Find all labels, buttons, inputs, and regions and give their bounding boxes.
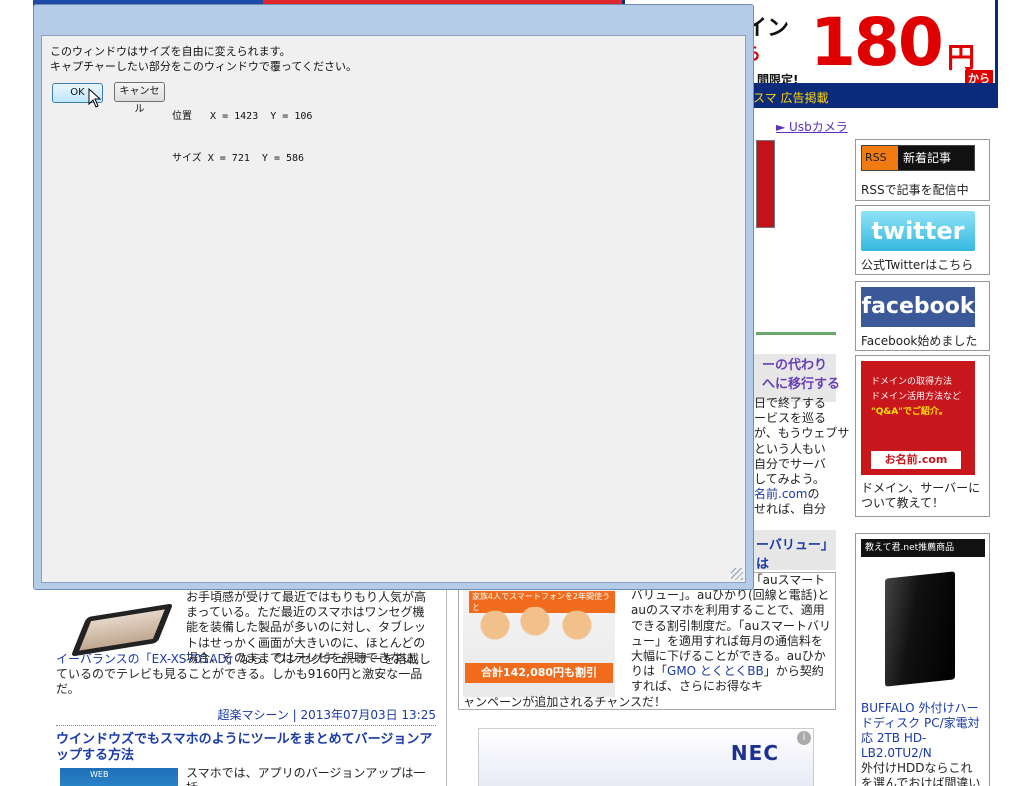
- cancel-button[interactable]: キャンセル: [114, 82, 165, 115]
- article-right-title[interactable]: ーの代わり へに移行する: [752, 354, 840, 402]
- article-right-body-text: 日で終了する ービスを巡る が、もうウェブサ という人もい 自分でサーバ してみ…: [754, 396, 850, 487]
- article-headline[interactable]: ウインドウズでもスマホのようにツールをまとめてバージョンアップする方法: [56, 732, 436, 764]
- red-ad-block[interactable]: [756, 140, 775, 228]
- section-divider: [756, 332, 836, 335]
- rss-box[interactable]: RSS 新着記事 RSSで記事を配信中: [855, 139, 990, 201]
- domain-caption: ドメイン、サーバーについて教えて！: [861, 481, 981, 510]
- gmo-link[interactable]: GMO とくとくBB: [667, 664, 764, 678]
- resize-grip-icon[interactable]: [731, 568, 743, 580]
- smartvalue-title[interactable]: ーバリュー」は: [752, 530, 836, 572]
- nec-logo: NEC: [730, 741, 779, 765]
- position-size-readout: 位置 X = 1423 Y = 106 サイズ X = 721 Y = 586: [172, 82, 312, 194]
- hdd-image[interactable]: [885, 571, 955, 687]
- ebalance-link[interactable]: イーバランスの「EX-XS701AD」: [56, 652, 239, 666]
- ad-info-icon[interactable]: i: [797, 731, 811, 745]
- mouse-cursor-icon: [88, 88, 102, 108]
- ad-strip-text[interactable]: スマ 広告掲載: [753, 89, 828, 106]
- tablet-image[interactable]: [70, 603, 174, 657]
- au-image-label: 合計142,080円も割引: [465, 663, 613, 683]
- author-link[interactable]: 超楽マシーン: [217, 708, 288, 722]
- product-header: 教えて君.net推薦商品: [861, 539, 985, 557]
- rss-icon: RSS: [862, 146, 898, 170]
- article-right-body: 日で終了する ービスを巡る が、もうウェブサ という人もい 自分でサーバ してみ…: [754, 396, 849, 518]
- column-divider: [446, 590, 447, 786]
- domain-ad-line1: ドメインの取得方法: [871, 377, 953, 387]
- position-readout: 位置 X = 1423 Y = 106: [172, 111, 313, 122]
- domain-ad-brand: お名前.com: [871, 451, 961, 469]
- facebook-caption: Facebook始めました: [861, 334, 978, 348]
- thumbnail-label: WEB: [90, 770, 109, 779]
- facebook-logo-icon[interactable]: facebook: [861, 287, 975, 327]
- instruction-line-2: キャプチャーしたい部分をこのウィンドウで覆ってください。: [50, 60, 358, 73]
- rss-caption: RSSで記事を配信中: [861, 183, 969, 197]
- product-description: 外付けHDDならこれを選んでおけば間違いな: [861, 761, 981, 786]
- capture-dialog-window[interactable]: このウィンドウはサイズを自由に変えられます。 キャプチャーしたい部分をこのウィン…: [33, 4, 754, 590]
- twitter-caption: 公式Twitterはこちら: [861, 258, 974, 272]
- au-article-body: なることで話題なのが「auスマートバリュー」。auひかり(回線と電話)とauのス…: [631, 573, 833, 695]
- article-right-title-text: ーの代わり へに移行する: [762, 358, 841, 392]
- twitter-box[interactable]: twitter 公式Twitterはこちら: [855, 205, 990, 275]
- au-article: 家族4人でスマートフォンを2年間使うと 合計142,080円も割引 なることで話…: [458, 572, 836, 710]
- left-article-text3: スマホでは、アプリのバージョンアップは一括: [186, 766, 426, 786]
- instruction-line-1: このウィンドウはサイズを自由に変えられます。: [50, 45, 291, 58]
- usb-camera-link[interactable]: ► Usbカメラ: [776, 118, 848, 135]
- rss-badge[interactable]: RSS 新着記事: [861, 145, 975, 171]
- article-date: 2013年07月03日 13:25: [300, 708, 436, 722]
- dialog-client-area: このウィンドウはサイズを自由に変えられます。 キャプチャーしたい部分をこのウィン…: [41, 35, 746, 583]
- rss-new-label: 新着記事: [898, 146, 974, 170]
- au-promo-image[interactable]: 家族4人でスマートフォンを2年間使うと 合計142,080円も割引: [463, 587, 615, 697]
- product-link[interactable]: BUFFALO 外付けハードディスク PC/家電対応 2TB HD-LB2.0T…: [861, 701, 984, 761]
- nec-ad[interactable]: NEC i: [478, 728, 814, 786]
- article-thumbnail[interactable]: WEB: [60, 768, 178, 786]
- domain-ad-line2: ドメイン活用方法など: [871, 392, 962, 402]
- twitter-logo-icon[interactable]: twitter: [861, 211, 975, 251]
- domain-ad-line3: "Q&A"でご紹介。: [871, 407, 948, 417]
- ad-price: 180: [810, 4, 944, 81]
- article-meta: 超楽マシーン | 2013年07月03日 13:25: [56, 706, 436, 726]
- family-illustration-icon: [473, 607, 603, 663]
- au-article-bottom: ャンペーンが追加されるチャンスだ！: [463, 695, 667, 709]
- onamae-link[interactable]: 名前.com: [754, 487, 807, 501]
- recommended-product-box: 教えて君.net推薦商品 BUFFALO 外付けハードディスク PC/家電対応 …: [855, 533, 990, 786]
- domain-ad-box[interactable]: ドメインの取得方法 ドメイン活用方法など "Q&A"でご紹介。 お名前.com …: [855, 355, 990, 517]
- size-readout: サイズ X = 721 Y = 586: [172, 153, 305, 164]
- left-article-continuation: イーバランスの「EX-XS701AD」なら、ワンセグチューナーを搭載しているので…: [56, 652, 436, 698]
- dialog-instructions: このウィンドウはサイズを自由に変えられます。 キャプチャーしたい部分をこのウィン…: [50, 44, 357, 74]
- domain-ad-image[interactable]: ドメインの取得方法 ドメイン活用方法など "Q&A"でご紹介。 お名前.com: [861, 361, 975, 475]
- facebook-box[interactable]: facebook Facebook始めました: [855, 281, 990, 351]
